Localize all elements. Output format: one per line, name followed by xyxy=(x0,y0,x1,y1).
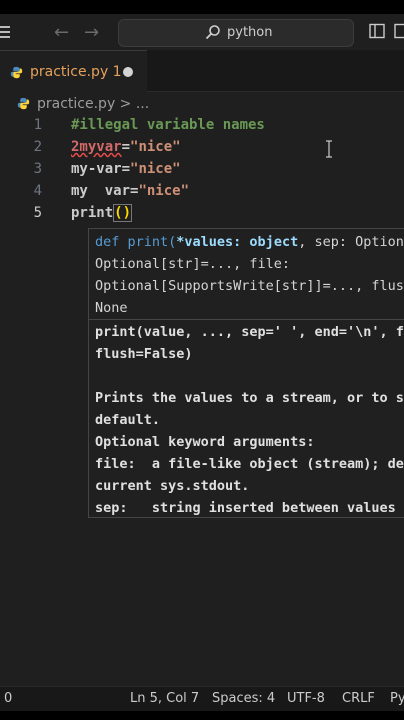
code-function: print xyxy=(71,205,114,221)
doc-line: print(value, ..., sep=' ', end='\n', fil… xyxy=(95,324,404,340)
line-number: 5 xyxy=(33,205,42,221)
tab-practice-py[interactable]: practice.py 1 xyxy=(0,50,147,92)
line-number: 2 xyxy=(33,139,42,155)
status-indentation[interactable]: Spaces: 4 xyxy=(212,691,275,706)
signature-return: None xyxy=(95,300,128,316)
breadcrumb: practice.py > ... xyxy=(0,92,404,116)
code-identifier: my var= xyxy=(71,183,139,199)
signature-rest: , sep: Optional xyxy=(298,234,404,250)
title-bar: ← → python xyxy=(0,14,404,50)
signature-line: Optional[SupportsWrite[str]]=..., flush xyxy=(95,278,404,294)
doc-line: flush=False) xyxy=(95,346,193,362)
code-content: 2myvar="nice" xyxy=(71,139,181,155)
signature-help-popup[interactable]: def print(*values: object, sep: Optional… xyxy=(88,228,404,518)
tab-label: practice.py 1 xyxy=(30,64,122,80)
doc-line: Optional keyword arguments: xyxy=(95,434,315,450)
unsaved-indicator-icon[interactable] xyxy=(123,67,133,77)
error-identifier: 2myvar xyxy=(71,139,122,155)
status-eol[interactable]: CRLF xyxy=(342,691,375,706)
documentation: print(value, ..., sep=' ', end='\n', fil… xyxy=(95,321,404,517)
code-paren: () xyxy=(113,204,133,222)
line-number: 4 xyxy=(33,183,42,199)
popup-divider xyxy=(89,319,404,320)
doc-line: current sys.stdout. xyxy=(95,478,250,494)
doc-line: file: a file-like object (stream); defau xyxy=(95,456,404,472)
code-line[interactable]: 2 2myvar="nice" xyxy=(0,139,404,161)
status-cursor-position[interactable]: Ln 5, Col 7 xyxy=(130,691,199,706)
doc-line: Prints the values to a stream, or to sys xyxy=(95,390,404,406)
search-icon xyxy=(205,25,220,40)
layout-sidebar-icon[interactable] xyxy=(369,23,385,39)
signature-def: def print( xyxy=(95,234,177,250)
arrow-left-icon[interactable]: ← xyxy=(54,22,69,43)
search-text: python xyxy=(227,25,273,40)
code-line[interactable]: 5 print() xyxy=(0,204,404,227)
status-problems[interactable]: 0 xyxy=(4,691,12,706)
code-line[interactable]: 1 #illegal variable names xyxy=(0,117,404,139)
status-bar: 0 Ln 5, Col 7 Spaces: 4 UTF-8 CRLF Py xyxy=(0,686,404,711)
code-line[interactable]: 4 my var="nice" xyxy=(0,183,404,205)
code-string: "nice" xyxy=(130,161,181,177)
active-parameter: *values: object xyxy=(176,234,299,250)
line-number: 1 xyxy=(33,117,42,133)
code-comment: #illegal variable names xyxy=(71,117,265,133)
breadcrumb-path[interactable]: practice.py > ... xyxy=(37,96,149,112)
code-string: "nice" xyxy=(138,183,190,199)
code-operator: = xyxy=(121,139,131,155)
doc-line: sep: string inserted between values xyxy=(95,500,396,516)
text-cursor-icon xyxy=(326,140,332,158)
python-file-icon xyxy=(10,66,23,79)
code-content: my-var="nice" xyxy=(71,161,181,177)
editor-tab-bar: practice.py 1 xyxy=(0,50,404,92)
layout-panel-icon[interactable] xyxy=(394,23,404,39)
doc-line: default. xyxy=(95,412,161,428)
arrow-right-icon[interactable]: → xyxy=(84,22,99,43)
code-content: my var="nice" xyxy=(71,183,189,199)
command-center-search[interactable]: python xyxy=(118,19,354,47)
code-line[interactable]: 3 my-var="nice" xyxy=(0,161,404,183)
line-number: 3 xyxy=(33,161,42,177)
code-identifier: my-var= xyxy=(71,161,131,177)
code-string: "nice" xyxy=(130,139,181,155)
code-content: print() xyxy=(71,204,133,222)
hamburger-menu-icon[interactable] xyxy=(0,26,10,38)
status-language[interactable]: Py xyxy=(390,691,404,706)
python-file-icon xyxy=(17,97,30,110)
status-encoding[interactable]: UTF-8 xyxy=(287,691,325,706)
signature: def print(*values: object, sep: Optional… xyxy=(95,231,404,319)
signature-line: Optional[str]=..., file: xyxy=(95,256,291,272)
